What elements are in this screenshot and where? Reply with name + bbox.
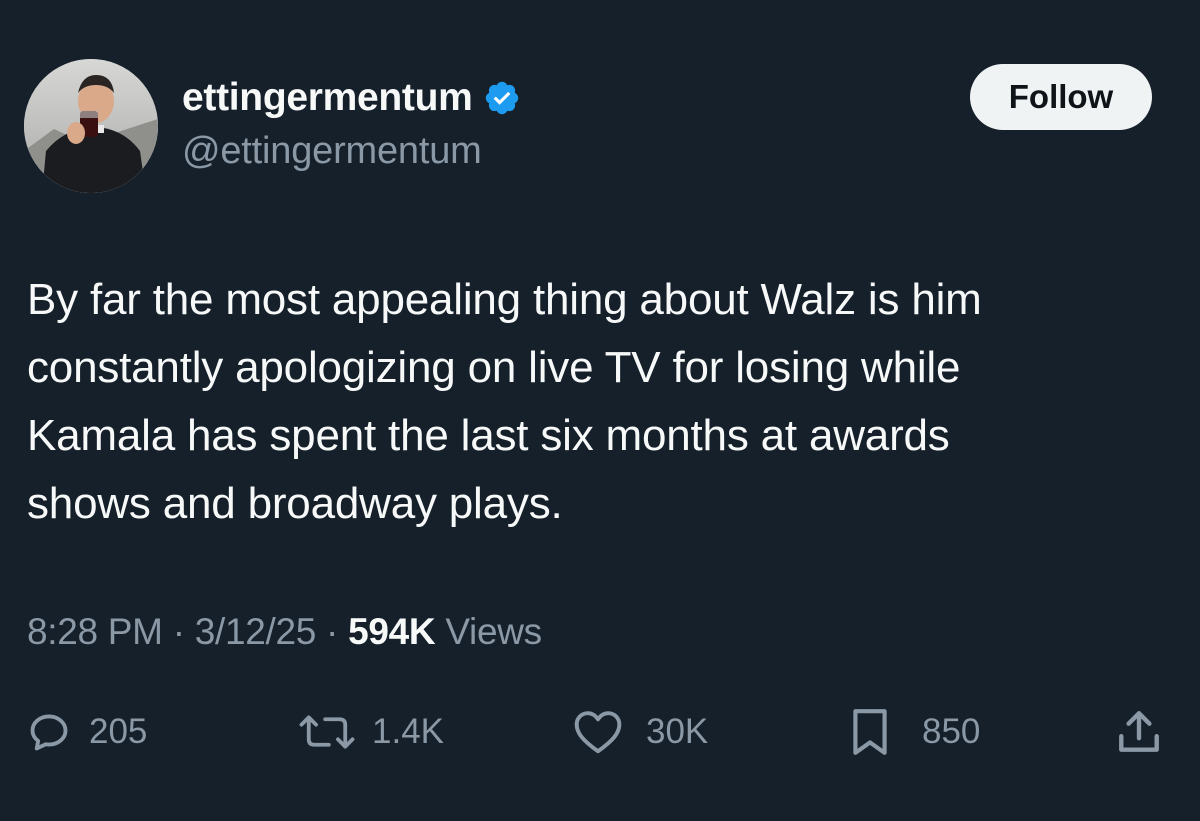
tweet-metadata: 8:28 PM · 3/12/25 · 594K Views: [27, 611, 542, 653]
reply-button[interactable]: 205: [27, 700, 147, 764]
display-name[interactable]: ettingermentum: [182, 76, 473, 120]
reply-icon: [30, 714, 68, 751]
avatar[interactable]: [24, 59, 158, 193]
author-name-row[interactable]: ettingermentum: [182, 74, 521, 122]
tweet-time[interactable]: 8:28 PM: [27, 611, 163, 652]
like-button[interactable]: 30K: [572, 700, 708, 764]
share-icon: [1119, 711, 1159, 752]
meta-separator: ·: [326, 611, 339, 652]
avatar-image: [24, 59, 158, 193]
reply-count: 205: [89, 712, 148, 751]
views-count: 594K: [348, 611, 436, 652]
bookmark-count: 850: [922, 712, 981, 751]
views-label: Views: [445, 611, 542, 652]
tweet-date[interactable]: 3/12/25: [195, 611, 317, 652]
heart-icon: [574, 711, 622, 754]
action-bar: 205 1.4K 30K 850: [0, 700, 1200, 764]
follow-button[interactable]: Follow: [970, 64, 1152, 130]
share-button[interactable]: [1114, 700, 1164, 764]
verified-badge-icon: [483, 79, 521, 117]
user-handle[interactable]: @ettingermentum: [182, 130, 482, 173]
retweet-button[interactable]: 1.4K: [296, 700, 444, 764]
retweet-count: 1.4K: [372, 712, 444, 751]
bookmark-icon: [853, 709, 887, 755]
tweet-text: By far the most appealing thing about Wa…: [27, 275, 982, 528]
retweet-icon: [299, 715, 355, 749]
meta-separator: ·: [172, 611, 185, 652]
like-count: 30K: [646, 712, 709, 751]
tweet-card: ettingermentum @ettingermentum Follow By…: [0, 0, 1200, 821]
bookmark-button[interactable]: 850: [848, 700, 980, 764]
